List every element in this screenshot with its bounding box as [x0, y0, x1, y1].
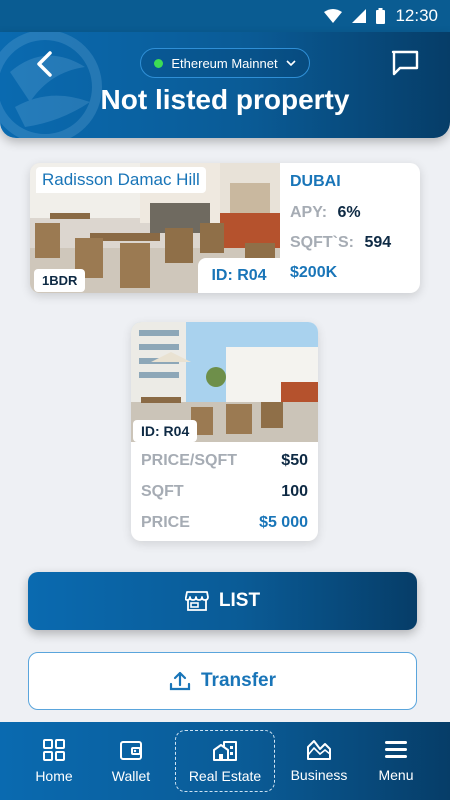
sqft-value: 100 [281, 483, 308, 500]
apy-value: 6% [337, 204, 361, 221]
nav-item-business[interactable]: Business [284, 722, 354, 800]
price-value: $5 000 [259, 514, 308, 531]
chat-bubble-icon [391, 50, 419, 76]
price-per-sqft-value: $50 [281, 452, 308, 469]
nav-label-real-estate: Real Estate [188, 768, 262, 784]
real-estate-icon [213, 741, 237, 761]
chevron-left-icon [37, 51, 52, 77]
property-info: DUBAI APY: 6% SQFT`S: 594 $200K [290, 163, 420, 293]
token-card[interactable]: ID: R04 PRICE/SQFT $50 SQFT 100 PRICE $5… [131, 322, 318, 541]
transfer-button[interactable]: Transfer [28, 652, 417, 710]
nav-item-menu[interactable]: Menu [366, 722, 426, 800]
property-name: Radisson Damac Hill [36, 167, 206, 193]
network-name: Ethereum Mainnet [171, 55, 278, 71]
storefront-icon [184, 591, 209, 611]
status-bar: 12:30 [0, 0, 450, 32]
chevron-down-icon [286, 60, 296, 67]
network-status-dot [154, 58, 164, 68]
nav-label-menu: Menu [378, 767, 414, 783]
cell-signal-icon [352, 9, 367, 23]
wallet-icon [120, 741, 142, 760]
property-id: ID: R04 [198, 258, 280, 293]
nav-label-business: Business [290, 767, 348, 783]
list-button[interactable]: LIST [28, 572, 417, 630]
token-row: SQFT 100 [141, 483, 308, 501]
wifi-icon [324, 9, 343, 23]
nav-item-home[interactable]: Home [24, 722, 84, 800]
apy-row: APY: 6% [290, 204, 361, 222]
nav-item-wallet[interactable]: Wallet [101, 722, 161, 800]
property-city: DUBAI [290, 173, 341, 190]
token-id: ID: R04 [133, 420, 198, 442]
sqft-label: SQFT [141, 483, 184, 500]
chat-button[interactable] [390, 48, 420, 78]
apy-label: APY: [290, 204, 328, 221]
home-grid-icon [43, 739, 65, 761]
bottom-nav: Home Wallet Real Estate Business Menu [0, 722, 450, 800]
price-label: PRICE [141, 514, 190, 531]
price-per-sqft-label: PRICE/SQFT [141, 452, 238, 469]
clock: 12:30 [395, 6, 438, 25]
page-title: Not listed property [100, 84, 350, 115]
battery-icon [376, 8, 386, 24]
sqft-value: 594 [364, 234, 392, 251]
menu-icon [385, 741, 407, 758]
network-selector[interactable]: Ethereum Mainnet [140, 48, 310, 78]
bedrooms-badge: 1BDR [34, 269, 86, 292]
nav-item-real-estate[interactable]: Real Estate [175, 730, 275, 792]
list-button-label: LIST [218, 590, 261, 611]
token-row: PRICE/SQFT $50 [141, 452, 308, 470]
sqft-label: SQFT`S: [290, 234, 354, 251]
nav-label-home: Home [35, 768, 73, 784]
upload-icon [169, 671, 191, 691]
property-price: $200K [290, 264, 338, 281]
token-row: PRICE $5 000 [141, 514, 308, 532]
app-header: Ethereum Mainnet Not listed property [0, 32, 450, 138]
nav-label-wallet: Wallet [111, 768, 151, 784]
transfer-button-label: Transfer [201, 670, 276, 691]
back-button[interactable] [30, 48, 62, 80]
sqft-row: SQFT`S: 594 [290, 234, 391, 252]
property-card[interactable]: Radisson Damac Hill 1BDR ID: R04 DUBAI A… [30, 163, 420, 293]
business-chart-icon [307, 740, 331, 760]
